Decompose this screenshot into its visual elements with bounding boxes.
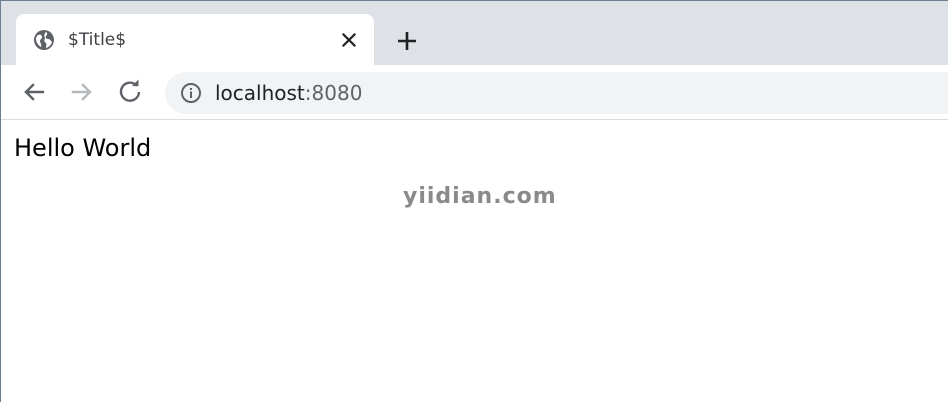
url-host: localhost bbox=[215, 81, 305, 105]
url-port: :8080 bbox=[304, 81, 363, 105]
arrow-right-icon[interactable] bbox=[67, 77, 97, 107]
info-icon[interactable] bbox=[180, 82, 202, 104]
address-bar[interactable]: localhost:8080 bbox=[165, 72, 948, 114]
page-body-text: Hello World bbox=[14, 134, 152, 162]
arrow-left-icon[interactable] bbox=[19, 77, 49, 107]
close-icon[interactable] bbox=[338, 29, 360, 51]
plus-icon[interactable] bbox=[393, 27, 421, 55]
reload-icon[interactable] bbox=[115, 77, 145, 107]
toolbar: localhost:8080 bbox=[1, 65, 948, 119]
url-text[interactable]: localhost:8080 bbox=[215, 81, 362, 105]
tab-strip: $Title$ bbox=[1, 1, 948, 65]
page-content: Hello World yiidian.com bbox=[1, 120, 948, 402]
active-tab[interactable]: $Title$ bbox=[16, 14, 374, 65]
watermark: yiidian.com bbox=[403, 184, 557, 209]
tab-title: $Title$ bbox=[68, 30, 127, 50]
globe-icon bbox=[33, 29, 55, 51]
browser-window: $Title$ localhost:8080 Hello World yiidi… bbox=[0, 0, 948, 402]
